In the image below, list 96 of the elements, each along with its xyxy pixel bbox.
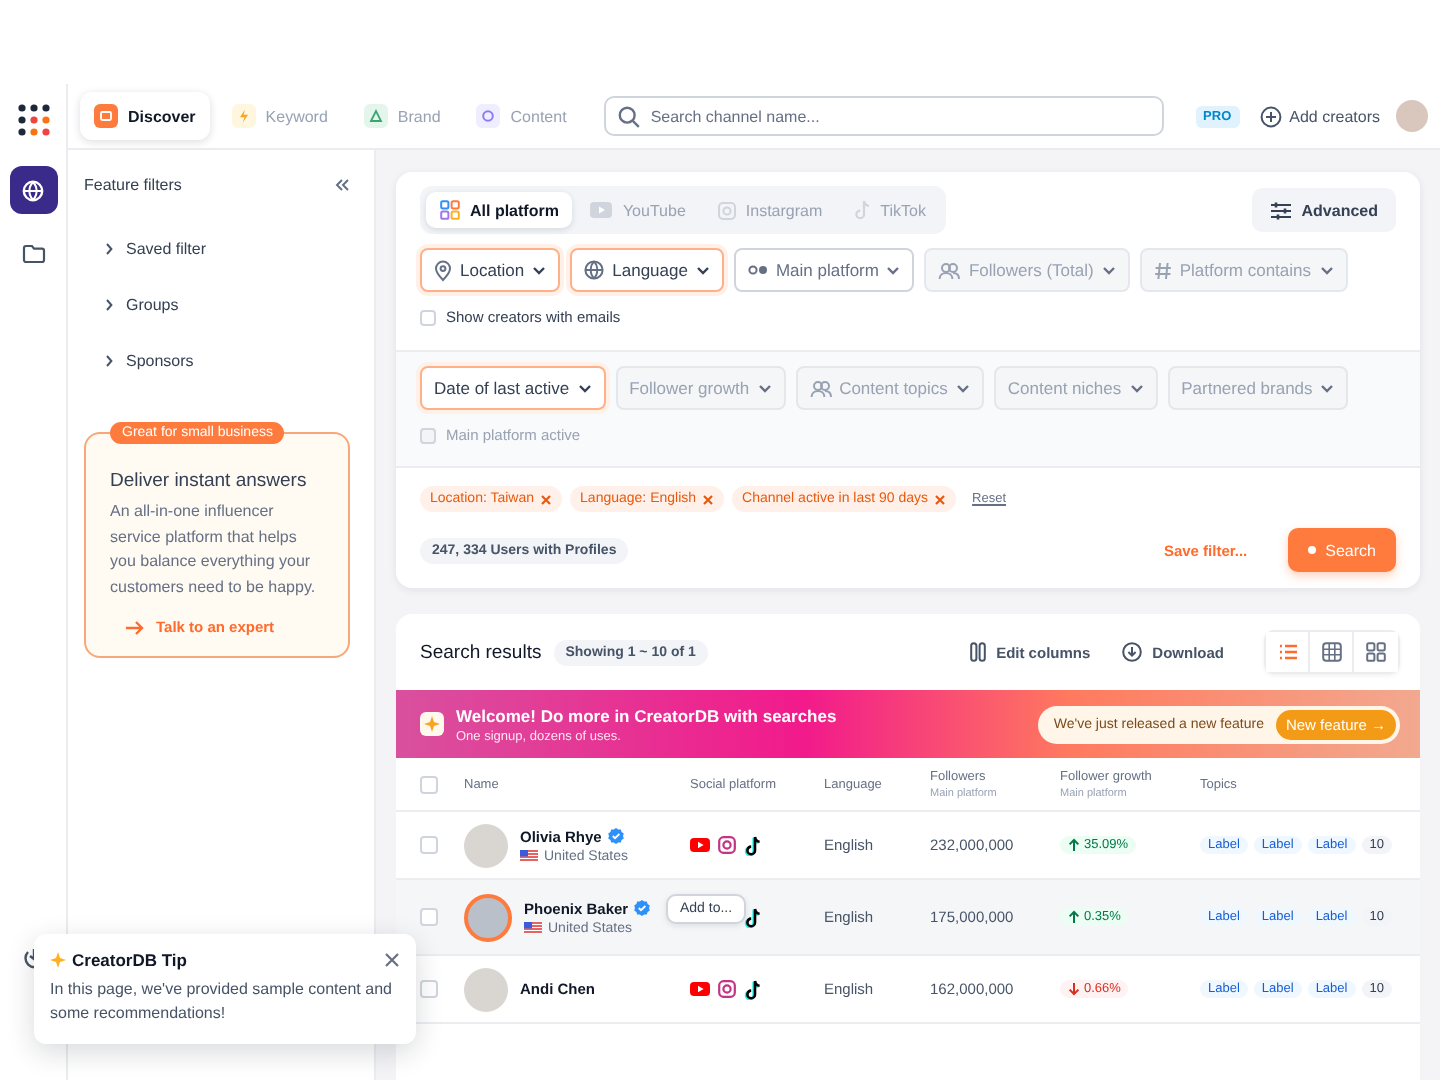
- search-icon: [618, 105, 641, 127]
- sliders-icon: [1269, 201, 1292, 219]
- chevron-down-icon: [695, 265, 710, 275]
- chevron-down-icon: [1101, 265, 1116, 275]
- tip-title: CreatorDB Tip: [72, 950, 187, 970]
- add-creators-button[interactable]: Add creators: [1259, 105, 1380, 127]
- people-icon: [809, 379, 832, 397]
- avatar-placeholder: [464, 893, 512, 941]
- flag-icon: [524, 922, 542, 934]
- flag-icon: [520, 850, 538, 862]
- chevron-down-icon: [886, 265, 901, 275]
- promo-text: An all-in-one influencer service platform that helps you balance everything your customers need to be happy.: [110, 500, 318, 600]
- video-play-icon: [690, 982, 710, 996]
- row-checkbox[interactable]: [420, 836, 438, 854]
- globe-icon: [584, 260, 605, 280]
- row-checkbox[interactable]: [420, 908, 438, 926]
- arrow-up-icon: [1068, 910, 1080, 924]
- remove-icon: [540, 493, 553, 505]
- tab-icon: [94, 104, 118, 128]
- filter-group-item[interactable]: Sponsors: [84, 332, 350, 388]
- chevron-down-icon: [1320, 383, 1335, 393]
- columns-icon: [970, 642, 987, 662]
- filter-dropdown[interactable]: Language: [570, 248, 724, 292]
- platform-tab[interactable]: All platform: [426, 192, 573, 228]
- dots-icon: [747, 264, 768, 276]
- chevron-down-icon: [1319, 265, 1333, 275]
- nav-tab[interactable]: Discover: [80, 92, 210, 140]
- panel-title: Feature filters: [84, 176, 182, 194]
- view-toggle-button[interactable]: [1354, 632, 1398, 672]
- video-play-icon: [690, 838, 710, 852]
- filter-dropdown[interactable]: Main platform: [733, 248, 915, 292]
- advanced-button[interactable]: Advanced: [1251, 188, 1396, 232]
- remove-icon: [702, 493, 715, 505]
- promo-title: Deliver instant answers: [110, 470, 309, 492]
- select-all-checkbox[interactable]: [420, 775, 438, 793]
- music-note-icon: [854, 200, 871, 220]
- avatar-placeholder: [464, 823, 508, 867]
- filter-group-item[interactable]: Saved filter: [84, 220, 350, 276]
- music-note-icon: [744, 979, 760, 999]
- search-field[interactable]: Search channel name...: [604, 96, 1165, 136]
- tip-text: In this page, we've provided sample content and some recommendations!: [50, 978, 394, 1026]
- close-button[interactable]: [384, 952, 400, 968]
- tab-icon: [476, 104, 501, 128]
- filter-group-item[interactable]: Groups: [84, 276, 350, 332]
- nav-tab[interactable]: Brand: [349, 92, 455, 140]
- platform-tab[interactable]: YouTube: [576, 192, 700, 228]
- remove-icon: [934, 493, 947, 505]
- view-toggle-button[interactable]: [1310, 632, 1354, 672]
- plus-circle-icon: [1259, 105, 1282, 127]
- video-play-icon: [590, 202, 613, 218]
- filter-dropdown[interactable]: Location: [420, 248, 561, 292]
- sparkle-icon: [50, 952, 66, 968]
- pin-icon: [434, 259, 452, 281]
- search-button[interactable]: Search: [1287, 528, 1396, 572]
- close-icon: [384, 952, 400, 968]
- list-icon: [1277, 642, 1297, 662]
- arrow-right-icon: [124, 619, 144, 635]
- grid-icon: [1366, 642, 1386, 662]
- tab-icon: [363, 104, 388, 128]
- music-note-icon: [744, 835, 760, 855]
- music-note-icon: [744, 907, 760, 927]
- sparkle-icon: [420, 712, 444, 736]
- camera-icon: [718, 980, 736, 998]
- user-avatar[interactable]: [1396, 100, 1428, 132]
- chevron-down-icon: [577, 383, 592, 393]
- banner-title: Welcome! Do more in CreatorDB with searches: [456, 705, 837, 725]
- grid-icon: [440, 200, 460, 220]
- logo-icon: [17, 104, 49, 136]
- avatar-placeholder: [464, 967, 508, 1011]
- tab-icon: [231, 104, 256, 128]
- chevron-down-icon: [532, 265, 547, 275]
- chevron-down-icon: [757, 383, 772, 393]
- globe-icon: [22, 179, 44, 201]
- nav-tab[interactable]: Content: [462, 92, 581, 140]
- arrow-down-icon: [1068, 982, 1080, 996]
- camera-icon: [717, 201, 736, 219]
- table-icon: [1321, 642, 1341, 662]
- camera-icon: [718, 836, 736, 854]
- row-checkbox[interactable]: [420, 980, 438, 998]
- platform-tab[interactable]: Instargram: [703, 192, 837, 228]
- chevron-down-icon: [1129, 383, 1144, 393]
- view-toggle-button[interactable]: [1266, 632, 1310, 672]
- download-icon: [1122, 642, 1143, 662]
- people-icon: [938, 261, 961, 279]
- checkbox[interactable]: [420, 309, 436, 325]
- results-title: Search results: [420, 641, 542, 663]
- folder-icon: [21, 244, 45, 264]
- collapse-icon[interactable]: [334, 178, 350, 192]
- arrow-up-icon: [1068, 838, 1080, 852]
- platform-tab[interactable]: TikTok: [840, 192, 940, 228]
- chevron-down-icon: [955, 383, 970, 393]
- filter-dropdown[interactable]: Date of last active: [420, 366, 606, 410]
- dot-icon: [1307, 546, 1316, 554]
- rail-button[interactable]: [9, 166, 57, 214]
- hash-icon: [1153, 261, 1172, 279]
- nav-tab[interactable]: Keyword: [217, 92, 342, 140]
